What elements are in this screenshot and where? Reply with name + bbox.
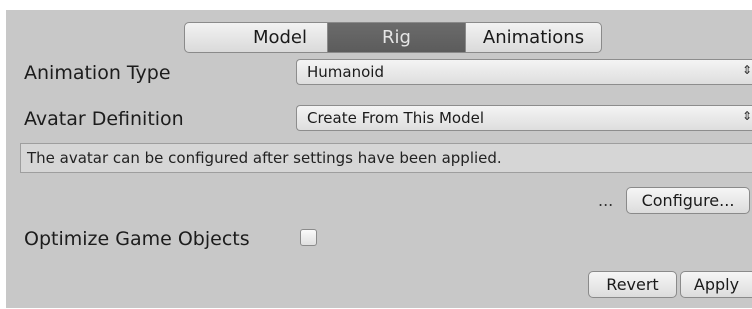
tab-model[interactable]: Model <box>184 22 328 53</box>
revert-button-label: Revert <box>606 275 659 294</box>
help-text: The avatar can be configured after setti… <box>27 149 502 167</box>
avatar-definition-dropdown[interactable]: Create From This Model ⇕ <box>296 105 752 131</box>
animation-type-dropdown[interactable]: Humanoid ⇕ <box>296 59 752 85</box>
optimize-game-objects-label: Optimize Game Objects <box>24 228 250 250</box>
tab-rig[interactable]: Rig <box>328 22 465 53</box>
configure-button-label: Configure... <box>641 191 735 210</box>
apply-button[interactable]: Apply <box>680 271 752 298</box>
tab-animations[interactable]: Animations <box>465 22 602 53</box>
dropdown-arrow-icon: ⇕ <box>741 109 752 123</box>
tab-rig-label: Rig <box>382 27 411 48</box>
animation-type-label: Animation Type <box>24 62 171 84</box>
animation-type-value: Humanoid <box>307 63 384 81</box>
tab-model-label: Model <box>252 27 307 48</box>
avatar-definition-value: Create From This Model <box>307 109 484 127</box>
apply-button-label: Apply <box>693 275 740 294</box>
rig-import-settings-panel: Model Rig Animations Animation Type Huma… <box>6 10 752 308</box>
optimize-game-objects-checkbox[interactable] <box>300 229 317 246</box>
help-box: The avatar can be configured after setti… <box>20 143 752 173</box>
avatar-definition-label: Avatar Definition <box>24 108 184 130</box>
configure-button[interactable]: Configure... <box>626 187 750 214</box>
tab-animations-label: Animations <box>482 27 585 48</box>
configure-ellipsis: ... <box>598 191 614 210</box>
revert-button[interactable]: Revert <box>588 271 677 298</box>
import-tabs: Model Rig Animations <box>184 22 602 53</box>
dropdown-arrow-icon: ⇕ <box>741 63 752 77</box>
